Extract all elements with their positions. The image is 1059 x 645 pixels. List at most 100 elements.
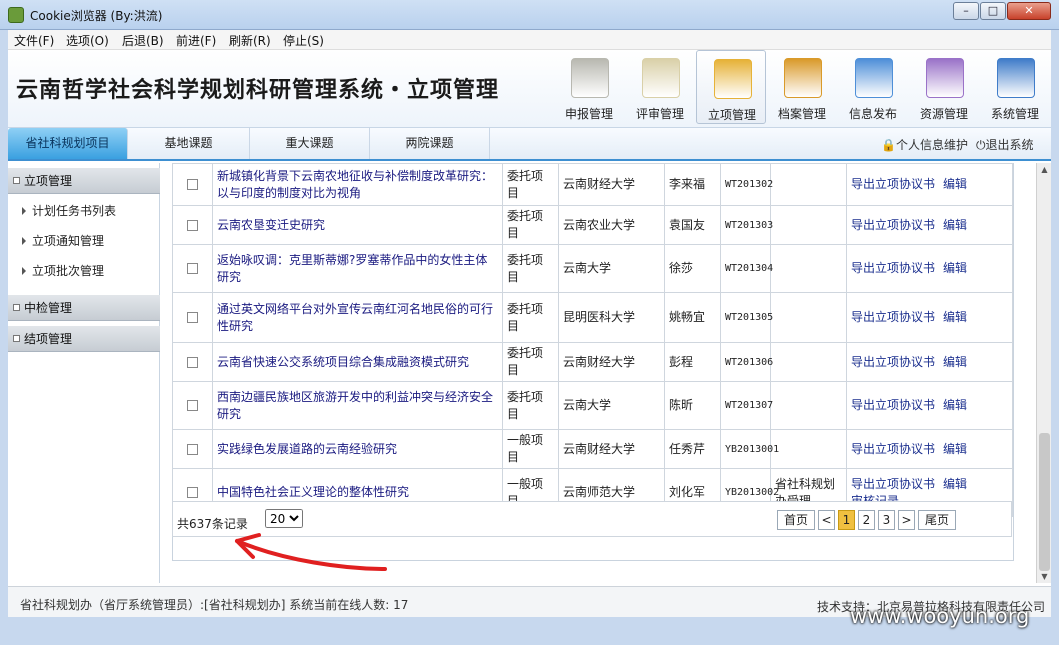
row-checkbox[interactable]	[187, 487, 198, 498]
tab-two-institutes-projects[interactable]: 两院课题	[370, 128, 490, 159]
project-type-cell: 委托项目	[502, 205, 559, 245]
export-agreement-link[interactable]: 导出立项协议书	[851, 177, 935, 191]
project-title-cell[interactable]: 返始咏叹调：克里斯蒂娜?罗塞蒂作品中的女性主体研究	[212, 244, 503, 293]
maximize-button[interactable]: □	[980, 2, 1006, 20]
menu-forward[interactable]: 前进(F)	[176, 32, 216, 49]
watermark: www.wooyun.org	[850, 604, 1030, 628]
nav-label: 信息发布	[848, 107, 897, 121]
project-title-cell[interactable]: 云南农垦变迁史研究	[212, 205, 503, 245]
status-cell	[770, 381, 847, 430]
next-page-button[interactable]: >	[898, 510, 915, 530]
export-agreement-link[interactable]: 导出立项协议书	[851, 218, 935, 232]
nav-6[interactable]: 资源管理	[909, 50, 979, 124]
nav-2[interactable]: 评审管理	[625, 50, 695, 124]
expand-box-icon	[13, 335, 20, 342]
scrollbar-thumb[interactable]	[1039, 433, 1050, 571]
edit-link[interactable]: 编辑	[943, 218, 967, 232]
project-code-cell: WT201306	[720, 342, 773, 382]
export-agreement-link[interactable]: 导出立项协议书	[851, 355, 935, 369]
table-row: 实践绿色发展道路的云南经验研究 一般项目 云南财经大学 任秀芹 YB2013001 导出立…	[172, 429, 1013, 469]
row-checkbox[interactable]	[187, 400, 198, 411]
sidebar-item-label: 立项通知管理	[32, 234, 105, 248]
table-row: 新城镇化背景下云南农地征收与补偿制度改革研究：以与印度的制度对比为视角 委托项目云…	[172, 163, 1013, 206]
nav-5[interactable]: 信息发布	[838, 50, 908, 124]
edit-link[interactable]: 编辑	[943, 398, 967, 412]
sidebar-group-project-approval[interactable]: 立项管理	[8, 168, 160, 194]
window-title: Cookie浏览器 (By:洪流)	[30, 9, 163, 23]
row-checkbox[interactable]	[187, 263, 198, 274]
leader-cell: 李来福	[664, 163, 721, 206]
bullet-arrow-icon	[22, 207, 26, 215]
row-checkbox[interactable]	[187, 179, 198, 190]
nav-3[interactable]: 立项管理	[696, 50, 766, 124]
status-cell	[770, 292, 847, 343]
sidebar-group-midterm[interactable]: 中检管理	[8, 295, 160, 321]
tab-social-science-projects[interactable]: 省社科规划项目	[8, 128, 128, 159]
scroll-up-icon[interactable]: ▲	[1037, 163, 1052, 176]
operations-cell: 导出立项协议书 编辑	[846, 429, 1013, 469]
edit-link[interactable]: 编辑	[943, 477, 967, 491]
edit-link[interactable]: 编辑	[943, 442, 967, 456]
operations-cell: 导出立项协议书 编辑	[846, 381, 1013, 430]
nav-7[interactable]: 系统管理	[980, 50, 1050, 124]
edit-link[interactable]: 编辑	[943, 310, 967, 324]
unit-cell: 云南农业大学	[558, 205, 665, 245]
menu-stop[interactable]: 停止(S)	[283, 32, 324, 49]
edit-link[interactable]: 编辑	[943, 261, 967, 275]
close-window-button[interactable]: ✕	[1007, 2, 1051, 20]
edit-link[interactable]: 编辑	[943, 177, 967, 191]
minimize-button[interactable]: –	[953, 2, 979, 20]
sidebar-item-approval-batch[interactable]: 立项批次管理	[8, 258, 160, 284]
last-page-button[interactable]: 尾页	[918, 510, 956, 530]
menu-back[interactable]: 后退(B)	[122, 32, 164, 49]
menu-refresh[interactable]: 刷新(R)	[229, 32, 271, 49]
sidebar-group-completion[interactable]: 结项管理	[8, 326, 160, 352]
unit-cell: 云南财经大学	[558, 163, 665, 206]
operations-cell: 导出立项协议书 编辑	[846, 342, 1013, 382]
nav-1[interactable]: 申报管理	[554, 50, 624, 124]
menu-options[interactable]: 选项(O)	[66, 32, 109, 49]
leader-cell: 袁国友	[664, 205, 721, 245]
export-agreement-link[interactable]: 导出立项协议书	[851, 477, 935, 491]
scroll-down-icon[interactable]: ▼	[1037, 570, 1052, 583]
browser-app-icon	[8, 7, 24, 23]
page-1-button[interactable]: 1	[838, 510, 855, 530]
project-title-cell[interactable]: 云南省快速公交系统项目综合集成融资模式研究	[212, 342, 503, 382]
export-agreement-link[interactable]: 导出立项协议书	[851, 261, 935, 275]
sidebar-item-task-list[interactable]: 计划任务书列表	[8, 198, 160, 224]
project-title-cell[interactable]: 实践绿色发展道路的云南经验研究	[212, 429, 503, 469]
export-agreement-link[interactable]: 导出立项协议书	[851, 310, 935, 324]
page-2-button[interactable]: 2	[858, 510, 875, 530]
export-agreement-link[interactable]: 导出立项协议书	[851, 398, 935, 412]
nav-4[interactable]: 档案管理	[767, 50, 837, 124]
export-agreement-link[interactable]: 导出立项协议书	[851, 442, 935, 456]
window-titlebar: Cookie浏览器 (By:洪流) – □ ✕	[0, 0, 1059, 30]
sidebar-item-approval-notice[interactable]: 立项通知管理	[8, 228, 160, 254]
row-checkbox[interactable]	[187, 356, 198, 368]
tab-major-projects[interactable]: 重大课题	[250, 128, 370, 159]
row-checkbox[interactable]	[187, 312, 198, 323]
project-title-cell[interactable]: 通过英文网络平台对外宣传云南红河名地民俗的可行性研究	[212, 292, 503, 343]
row-checkbox[interactable]	[187, 219, 198, 231]
project-type-cell: 委托项目	[502, 292, 559, 343]
project-code-cell: WT201303	[720, 205, 773, 245]
edit-link[interactable]: 编辑	[943, 355, 967, 369]
logout-link[interactable]: ⏻退出系统	[976, 136, 1034, 153]
red-annotation-arrow	[235, 533, 387, 571]
page-3-button[interactable]: 3	[878, 510, 895, 530]
lock-icon: 🔒	[881, 138, 896, 152]
first-page-button[interactable]: 首页	[777, 510, 815, 530]
prev-page-button[interactable]: <	[818, 510, 835, 530]
project-title-cell[interactable]: 西南边疆民族地区旅游开发中的利益冲突与经济安全研究	[212, 381, 503, 430]
vertical-scrollbar[interactable]: ▲ ▼	[1036, 163, 1051, 583]
menu-file[interactable]: 文件(F)	[14, 32, 54, 49]
leader-cell: 任秀芹	[664, 429, 721, 469]
profile-link[interactable]: 🔒个人信息维护	[881, 136, 968, 153]
row-checkbox[interactable]	[187, 443, 198, 455]
system-title: 云南哲学社会科学规划科研管理系统・立项管理	[16, 78, 500, 103]
project-type-cell: 委托项目	[502, 381, 559, 430]
tab-base-projects[interactable]: 基地课题	[128, 128, 250, 159]
project-title-cell[interactable]: 新城镇化背景下云南农地征收与补偿制度改革研究：以与印度的制度对比为视角	[212, 163, 503, 206]
nav-label: 申报管理	[564, 107, 613, 121]
window-border-right	[1051, 30, 1059, 645]
